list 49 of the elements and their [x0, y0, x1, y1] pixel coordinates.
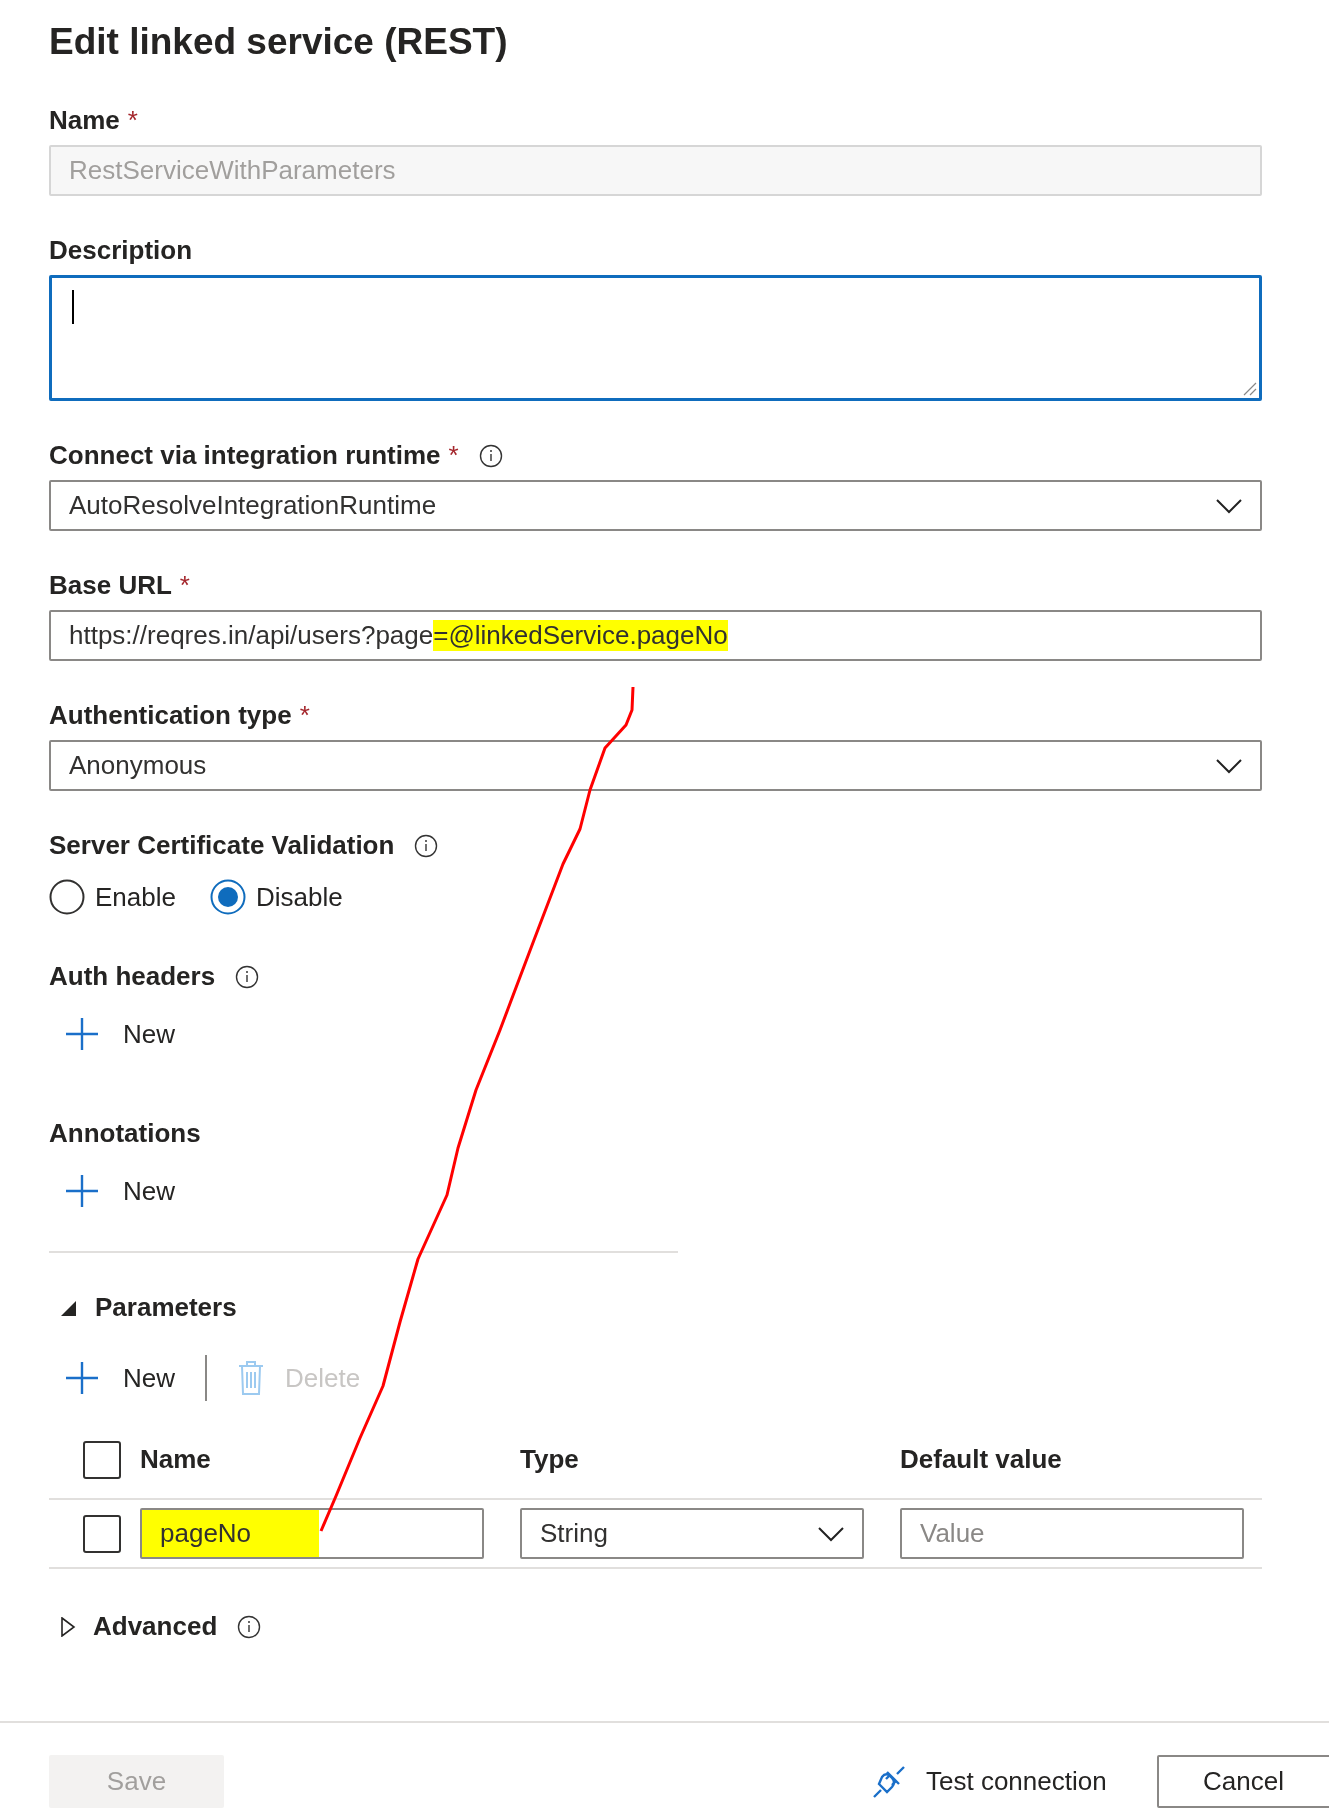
info-icon[interactable]: [414, 833, 439, 858]
new-button[interactable]: New: [49, 1014, 175, 1054]
plus-icon: [65, 1017, 99, 1051]
required-asterisk: *: [127, 105, 138, 136]
type-dropdown[interactable]: String: [520, 1508, 864, 1559]
resize-grip-icon[interactable]: [1241, 380, 1257, 396]
field-label: Annotations: [49, 1118, 201, 1149]
test-connection-button[interactable]: Test connection: [870, 1755, 1107, 1808]
column-header: Name: [140, 1444, 212, 1475]
field-label: Server Certificate Validation: [49, 830, 395, 861]
name-field[interactable]: pageNo: [140, 1508, 484, 1559]
radio-option[interactable]: Disable: [209, 879, 343, 915]
plus-icon: [65, 1174, 99, 1208]
field-label: Connect via integration runtime: [49, 440, 441, 471]
required-asterisk: *: [179, 570, 190, 601]
column-header: Default value: [900, 1444, 1063, 1475]
radio-option[interactable]: Enable: [49, 879, 176, 915]
chevron-down-icon: [1216, 757, 1242, 774]
dropdown[interactable]: Anonymous: [49, 740, 1262, 791]
cancel-button[interactable]: Cancel: [1157, 1755, 1329, 1808]
radio-circle-icon: [209, 879, 246, 915]
trash-icon: [237, 1360, 265, 1396]
radio-circle-icon: [49, 879, 85, 915]
required-asterisk: *: [299, 700, 310, 731]
field-label: Base URL: [49, 570, 172, 601]
value-field[interactable]: Value: [900, 1508, 1244, 1559]
field-label: Name: [49, 105, 120, 136]
chevron-down-icon: [818, 1525, 844, 1542]
new-button[interactable]: New: [49, 1171, 175, 1211]
field-label: Description: [49, 235, 193, 266]
chevron-down-icon: [1216, 497, 1242, 514]
dropdown[interactable]: AutoResolveIntegrationRuntime: [49, 480, 1262, 531]
description-field[interactable]: [49, 275, 1262, 401]
plus-icon: [65, 1361, 99, 1395]
section-title: Advanced: [93, 1611, 218, 1642]
text-field[interactable]: https://reqres.in/api/users?page=@linkedService.pageNo: [49, 610, 1262, 661]
dialog-title: Edit linked service (REST): [49, 20, 509, 64]
column-header: Type: [520, 1444, 580, 1475]
field-label: Auth headers: [49, 961, 216, 992]
checkbox[interactable]: [83, 1440, 121, 1479]
required-asterisk: *: [448, 440, 459, 471]
expand-caret-icon[interactable]: [59, 1616, 77, 1637]
info-icon[interactable]: [237, 1614, 262, 1639]
new-button[interactable]: New: [49, 1358, 175, 1398]
info-icon[interactable]: [478, 443, 503, 468]
checkbox[interactable]: [83, 1514, 121, 1553]
info-icon[interactable]: [235, 964, 260, 989]
field-label: Authentication type: [49, 700, 292, 731]
section-title: Parameters: [95, 1292, 237, 1323]
